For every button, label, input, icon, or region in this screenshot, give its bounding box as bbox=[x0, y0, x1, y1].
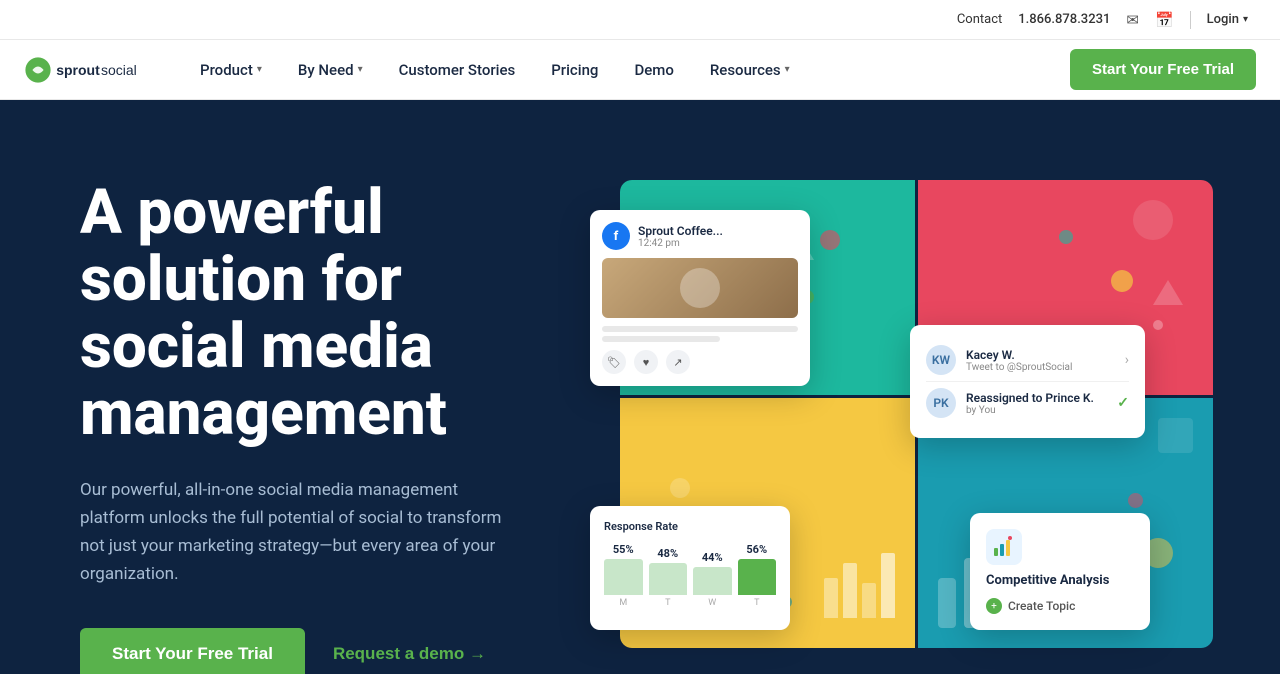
reassign-row-1: KW Kacey W. Tweet to @SproutSocial › bbox=[926, 339, 1129, 382]
bar-4 bbox=[738, 559, 777, 595]
facebook-post-card: f Sprout Coffee... 12:42 pm 🏷 ♥ ↗ bbox=[590, 210, 810, 386]
chart-bar-m: 55% M bbox=[604, 543, 643, 608]
fb-action-share[interactable]: ↗ bbox=[666, 350, 690, 374]
chevron-down-icon: ▾ bbox=[257, 64, 262, 75]
fb-post-name: Sprout Coffee... bbox=[638, 224, 723, 238]
fb-bar-1 bbox=[602, 326, 798, 332]
fb-post-image bbox=[602, 258, 798, 318]
hero-demo-button[interactable]: Request a demo → bbox=[333, 644, 486, 664]
hero-content: A powerful solution for social media man… bbox=[80, 160, 600, 674]
hero-section: A powerful solution for social media man… bbox=[0, 100, 1280, 674]
nav-item-resources[interactable]: Resources ▾ bbox=[692, 40, 808, 100]
nav-item-pricing[interactable]: Pricing bbox=[533, 40, 616, 100]
chart-title: Response Rate bbox=[604, 520, 776, 533]
bar-label-3: W bbox=[708, 598, 716, 608]
competitive-title: Competitive Analysis bbox=[986, 573, 1134, 588]
ra-text-2: Reassigned to Prince K. by You bbox=[966, 391, 1107, 416]
top-bar: Contact 1.866.878.3231 ✉ 📅 Login ▾ bbox=[0, 0, 1280, 40]
logo[interactable]: sprout social bbox=[24, 56, 150, 84]
hero-title: A powerful solution for social media man… bbox=[80, 180, 600, 448]
contact-link[interactable]: Contact bbox=[957, 12, 1002, 27]
ra-name-1: Kacey W. bbox=[966, 348, 1115, 362]
bar-label-4: T bbox=[754, 598, 759, 608]
ra-sub-1: Tweet to @SproutSocial bbox=[966, 362, 1115, 373]
chart-bar-w: 44% W bbox=[693, 543, 732, 608]
nav-item-demo[interactable]: Demo bbox=[616, 40, 691, 100]
ra-avatar-1: KW bbox=[926, 345, 956, 375]
ra-avatar-2: PK bbox=[926, 388, 956, 418]
nav-item-by-need[interactable]: By Need ▾ bbox=[280, 40, 381, 100]
hero-description: Our powerful, all-in-one social media ma… bbox=[80, 476, 520, 588]
svg-text:sprout: sprout bbox=[56, 61, 100, 77]
nav-item-customer-stories[interactable]: Customer Stories bbox=[381, 40, 534, 100]
fb-card-header: f Sprout Coffee... 12:42 pm bbox=[602, 222, 798, 250]
chart-card: Response Rate 55% M 48% T 44% bbox=[590, 506, 790, 630]
bar-label-2: T bbox=[665, 598, 670, 608]
competitive-analysis-card: Competitive Analysis + Create Topic bbox=[970, 513, 1150, 630]
nav-trial-button[interactable]: Start Your Free Trial bbox=[1070, 49, 1256, 90]
chart-bar-t2: 56% T bbox=[738, 543, 777, 608]
fb-avatar: f bbox=[602, 222, 630, 250]
ra-name-2: Reassigned to Prince K. bbox=[966, 391, 1107, 405]
chart-bar-t1: 48% T bbox=[649, 543, 688, 608]
reassign-row-2: PK Reassigned to Prince K. by You ✓ bbox=[926, 382, 1129, 424]
reassign-card: KW Kacey W. Tweet to @SproutSocial › PK … bbox=[910, 325, 1145, 438]
bar-label-1: M bbox=[619, 598, 627, 608]
bar-3 bbox=[693, 567, 732, 595]
calendar-icon[interactable]: 📅 bbox=[1155, 11, 1174, 29]
hero-buttons: Start Your Free Trial Request a demo → bbox=[80, 628, 600, 674]
divider bbox=[1190, 11, 1191, 29]
fb-bar-2 bbox=[602, 336, 720, 342]
bar-pct-3: 44% bbox=[702, 551, 723, 564]
ra-chevron-icon: › bbox=[1125, 352, 1129, 368]
email-icon[interactable]: ✉ bbox=[1126, 11, 1139, 29]
fb-action-tag[interactable]: 🏷 bbox=[602, 350, 626, 374]
bar-pct-4: 56% bbox=[746, 543, 767, 556]
competitive-action[interactable]: + Create Topic bbox=[986, 598, 1134, 614]
chevron-down-icon: ▾ bbox=[785, 64, 790, 75]
bar-2 bbox=[649, 563, 688, 595]
competitive-icon bbox=[986, 529, 1022, 565]
ra-text-1: Kacey W. Tweet to @SproutSocial bbox=[966, 348, 1115, 373]
fb-actions: 🏷 ♥ ↗ bbox=[602, 350, 798, 374]
chevron-down-icon: ▾ bbox=[1243, 14, 1248, 25]
bar-1 bbox=[604, 559, 643, 595]
ra-check-icon: ✓ bbox=[1117, 395, 1129, 411]
svg-text:social: social bbox=[101, 61, 137, 77]
navigation: sprout social Product ▾ By Need ▾ Custom… bbox=[0, 40, 1280, 100]
nav-links: Product ▾ By Need ▾ Customer Stories Pri… bbox=[182, 40, 1070, 100]
bar-pct-1: 55% bbox=[613, 543, 634, 556]
fb-action-heart[interactable]: ♥ bbox=[634, 350, 658, 374]
hero-mockup: f Sprout Coffee... 12:42 pm 🏷 ♥ ↗ bbox=[620, 160, 1200, 674]
nav-item-product[interactable]: Product ▾ bbox=[182, 40, 280, 100]
ra-sub-2: by You bbox=[966, 405, 1107, 416]
bar-pct-2: 48% bbox=[657, 547, 678, 560]
login-link[interactable]: Login ▾ bbox=[1207, 12, 1248, 27]
hero-trial-button[interactable]: Start Your Free Trial bbox=[80, 628, 305, 674]
add-icon: + bbox=[986, 598, 1002, 614]
chart-bars: 55% M 48% T 44% W 56% bbox=[604, 543, 776, 608]
chevron-down-icon: ▾ bbox=[358, 64, 363, 75]
mosaic-grid: f Sprout Coffee... 12:42 pm 🏷 ♥ ↗ bbox=[620, 180, 1220, 660]
fb-post-time: 12:42 pm bbox=[638, 238, 723, 249]
phone-number: 1.866.878.3231 bbox=[1018, 12, 1110, 27]
create-topic-label: Create Topic bbox=[1008, 599, 1075, 613]
